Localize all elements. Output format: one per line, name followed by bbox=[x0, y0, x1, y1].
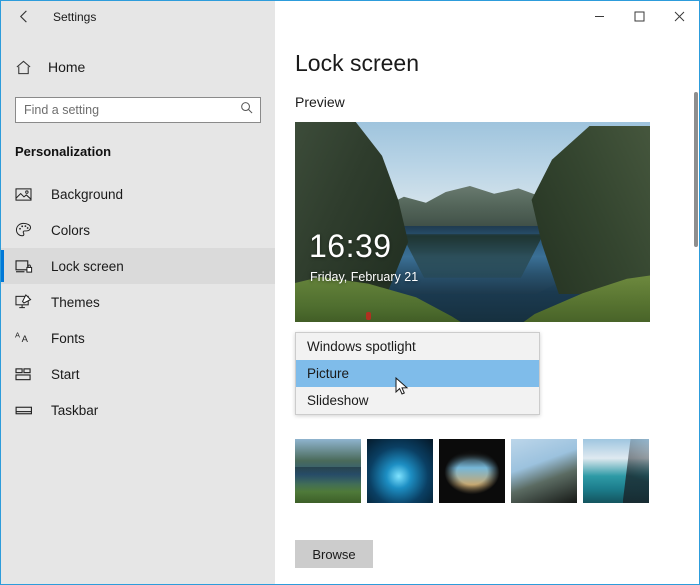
sidebar-item-label: Colors bbox=[51, 222, 91, 238]
titlebar-left: Settings bbox=[1, 1, 275, 32]
picture-thumbnail[interactable] bbox=[583, 439, 649, 503]
scrollbar-thumb[interactable] bbox=[694, 92, 698, 247]
sidebar-item-label: Themes bbox=[51, 294, 100, 310]
brush-icon bbox=[15, 292, 37, 312]
page-title: Lock screen bbox=[295, 50, 420, 76]
sidebar-item-taskbar[interactable]: Taskbar bbox=[1, 392, 275, 428]
svg-text:A: A bbox=[22, 333, 29, 344]
font-icon: A A bbox=[15, 328, 37, 348]
preview-figure bbox=[366, 312, 371, 320]
preview-label: Preview bbox=[295, 94, 345, 110]
preview-clock: 16:39 bbox=[309, 228, 392, 264]
background-type-dropdown-list[interactable]: Windows spotlight Picture Slideshow bbox=[295, 332, 540, 415]
sidebar-item-label: Start bbox=[51, 366, 80, 382]
sidebar-item-label: Lock screen bbox=[51, 258, 124, 274]
close-button[interactable] bbox=[659, 1, 699, 32]
sidebar-home-label: Home bbox=[48, 59, 86, 75]
preview-date: Friday, February 21 bbox=[310, 270, 419, 284]
settings-window: Settings Home Find a setting Personaliza… bbox=[0, 0, 700, 585]
search-input[interactable] bbox=[16, 98, 260, 122]
image-icon bbox=[15, 184, 37, 204]
sidebar-item-background[interactable]: Background bbox=[1, 176, 275, 212]
dropdown-option-picture[interactable]: Picture bbox=[296, 360, 539, 387]
sidebar-item-lock-screen[interactable]: Lock screen bbox=[1, 248, 275, 284]
sidebar-item-label: Background bbox=[51, 186, 124, 202]
palette-icon bbox=[15, 220, 37, 240]
titlebar: Settings bbox=[1, 1, 699, 32]
thumbnail-shade bbox=[295, 467, 361, 484]
search-icon[interactable] bbox=[240, 101, 253, 119]
sidebar-item-label: Taskbar bbox=[51, 402, 99, 418]
sidebar-section-title: Personalization bbox=[15, 144, 112, 159]
picture-thumbnail[interactable] bbox=[295, 439, 361, 503]
content-scrollbar[interactable] bbox=[693, 32, 699, 584]
search-box[interactable] bbox=[15, 97, 261, 123]
main-content: Lock screen Preview 16:39 Friday, Februa… bbox=[275, 32, 699, 584]
back-arrow-icon[interactable] bbox=[1, 1, 47, 32]
window-title: Settings bbox=[53, 9, 97, 24]
lock-screen-preview[interactable]: 16:39 Friday, February 21 bbox=[295, 122, 650, 322]
taskbar-icon bbox=[15, 400, 37, 420]
sidebar: Home Personalization bbox=[1, 32, 275, 584]
sidebar-item-label: Fonts bbox=[51, 330, 85, 346]
minimize-button[interactable] bbox=[579, 1, 619, 32]
picture-thumbnail[interactable] bbox=[367, 439, 433, 503]
picture-thumbnail[interactable] bbox=[439, 439, 505, 503]
preview-reflection bbox=[401, 234, 544, 278]
picture-thumbnail[interactable] bbox=[511, 439, 577, 503]
browse-button[interactable]: Browse bbox=[295, 540, 373, 568]
maximize-button[interactable] bbox=[619, 1, 659, 32]
picture-thumbnail-list bbox=[295, 439, 649, 503]
dropdown-option-windows-spotlight[interactable]: Windows spotlight bbox=[296, 333, 539, 360]
sidebar-item-fonts[interactable]: A A Fonts bbox=[1, 320, 275, 356]
sidebar-nav-list: Background Colors Lock screen Themes A A… bbox=[1, 176, 275, 428]
sidebar-item-home[interactable]: Home bbox=[1, 50, 275, 84]
sidebar-item-start[interactable]: Start bbox=[1, 356, 275, 392]
home-icon bbox=[15, 59, 39, 76]
monitor-lock-icon bbox=[15, 256, 37, 276]
svg-text:A: A bbox=[15, 331, 20, 340]
window-controls bbox=[275, 1, 699, 32]
sidebar-item-themes[interactable]: Themes bbox=[1, 284, 275, 320]
start-tiles-icon bbox=[15, 364, 37, 384]
sidebar-item-colors[interactable]: Colors bbox=[1, 212, 275, 248]
dropdown-option-slideshow[interactable]: Slideshow bbox=[296, 387, 539, 414]
